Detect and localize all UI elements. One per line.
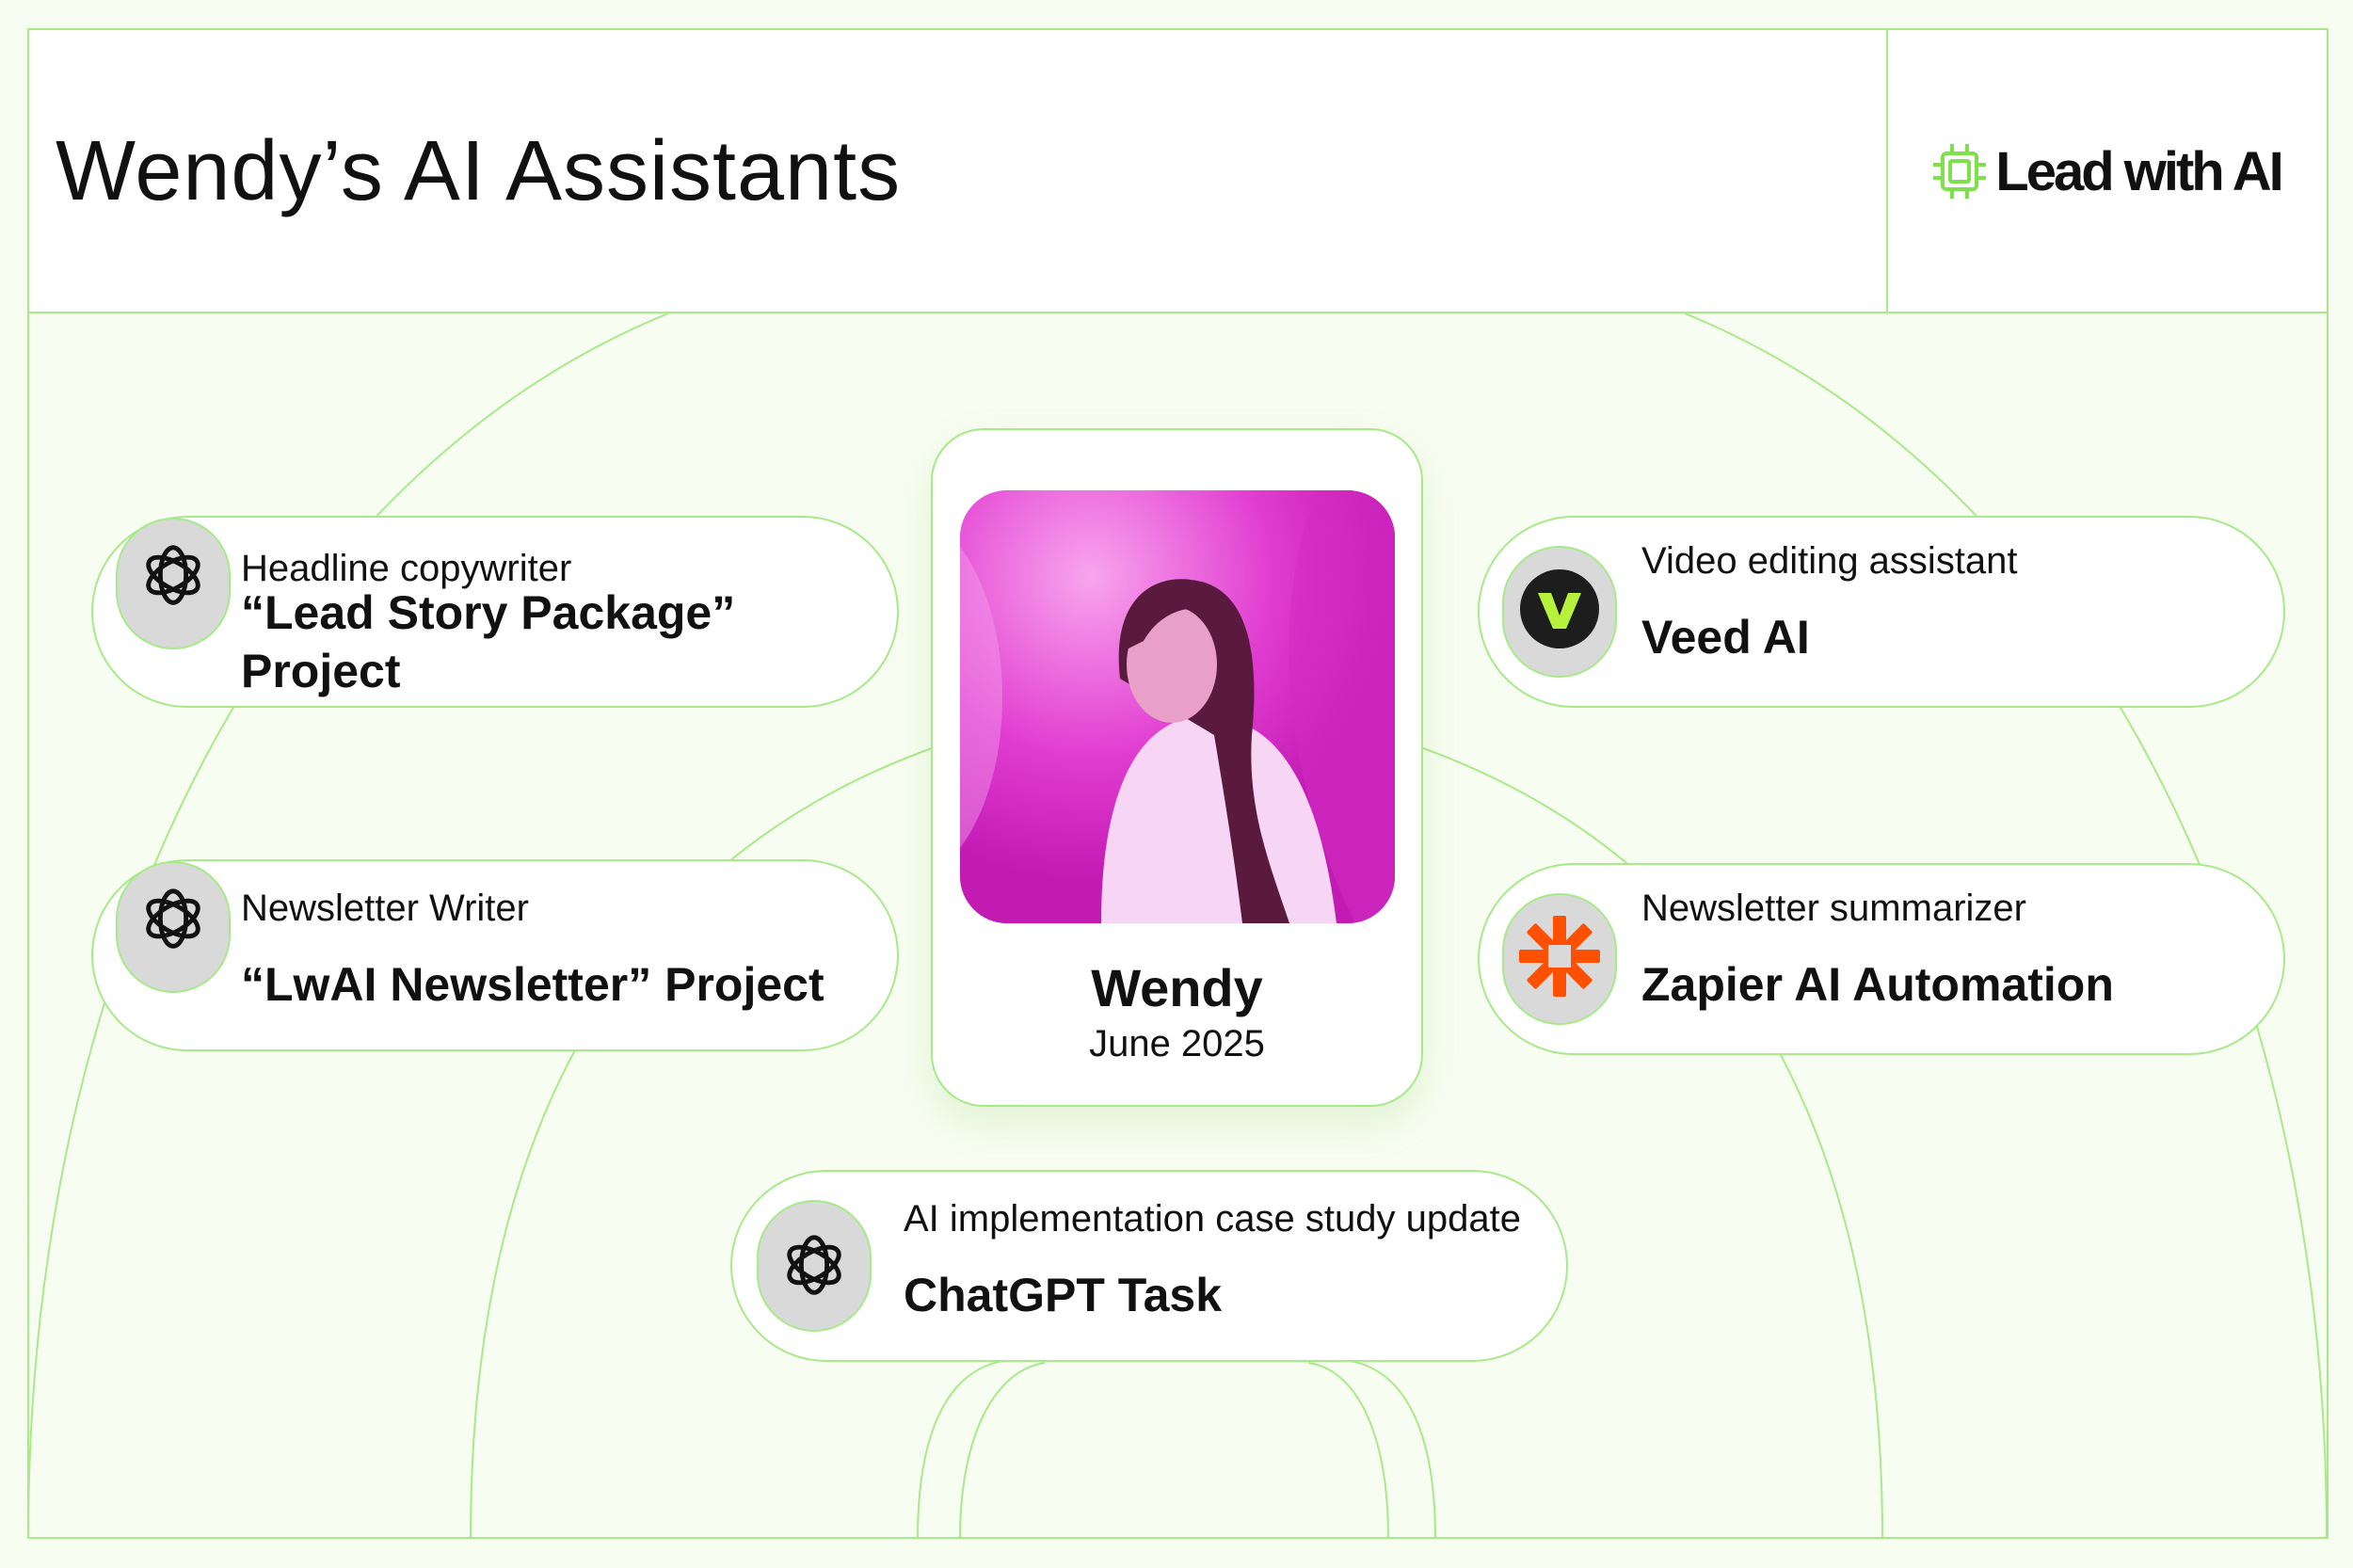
page-title: Wendy’s AI Assistants: [56, 123, 902, 218]
header: Wendy’s AI Assistants Lead with AI: [27, 28, 2329, 313]
assistant-card-newsletter-summarizer[interactable]: Newsletter summarizer Zapier AI Automati…: [1478, 863, 2285, 1055]
assistant-name-line2: Project: [241, 645, 401, 697]
openai-icon: [146, 545, 200, 605]
zapier-icon-badge: [1502, 893, 1617, 1025]
zapier-icon: [1519, 916, 1600, 997]
openai-icon-badge: [116, 861, 231, 993]
assistant-card-newsletter-writer[interactable]: Newsletter Writer “LwAI Newsletter” Proj…: [91, 859, 899, 1051]
assistant-role: AI implementation case study update: [904, 1198, 1521, 1240]
chip-icon: [1933, 144, 1987, 199]
logo-text: Lead with AI: [1995, 140, 2283, 202]
assistant-name: Veed AI: [1641, 611, 1810, 664]
openai-icon-badge: [757, 1200, 872, 1332]
openai-icon: [787, 1235, 841, 1295]
openai-icon: [146, 888, 200, 949]
assistant-name: ChatGPT Task: [904, 1269, 1223, 1321]
brand-logo: Lead with AI: [1886, 30, 2327, 312]
profile-photo: [960, 490, 1395, 923]
veed-icon-badge: [1502, 546, 1617, 678]
assistant-name: “LwAI Newsletter” Project: [241, 958, 824, 1011]
openai-icon-badge: [116, 518, 231, 649]
assistant-card-headline-copywriter[interactable]: Headline copywriter “Lead Story Package”…: [91, 516, 899, 708]
profile-date: June 2025: [1089, 1023, 1265, 1064]
profile-photo-illustration: [960, 490, 1395, 923]
profile-name: Wendy: [1091, 958, 1263, 1017]
assistant-role: Video editing assistant: [1641, 540, 2018, 582]
assistant-card-video-editing[interactable]: Video editing assistant Veed AI: [1478, 516, 2285, 708]
assistant-name: Zapier AI Automation: [1641, 958, 2114, 1011]
veed-icon: [1520, 569, 1599, 648]
assistant-name-line1: “Lead Story Package”: [241, 586, 736, 639]
assistant-role: Newsletter summarizer: [1641, 888, 2026, 929]
profile-card: Wendy June 2025: [931, 428, 1423, 1107]
assistant-role: Newsletter Writer: [241, 888, 529, 929]
assistant-card-chatgpt-task[interactable]: AI implementation case study update Chat…: [730, 1170, 1568, 1362]
